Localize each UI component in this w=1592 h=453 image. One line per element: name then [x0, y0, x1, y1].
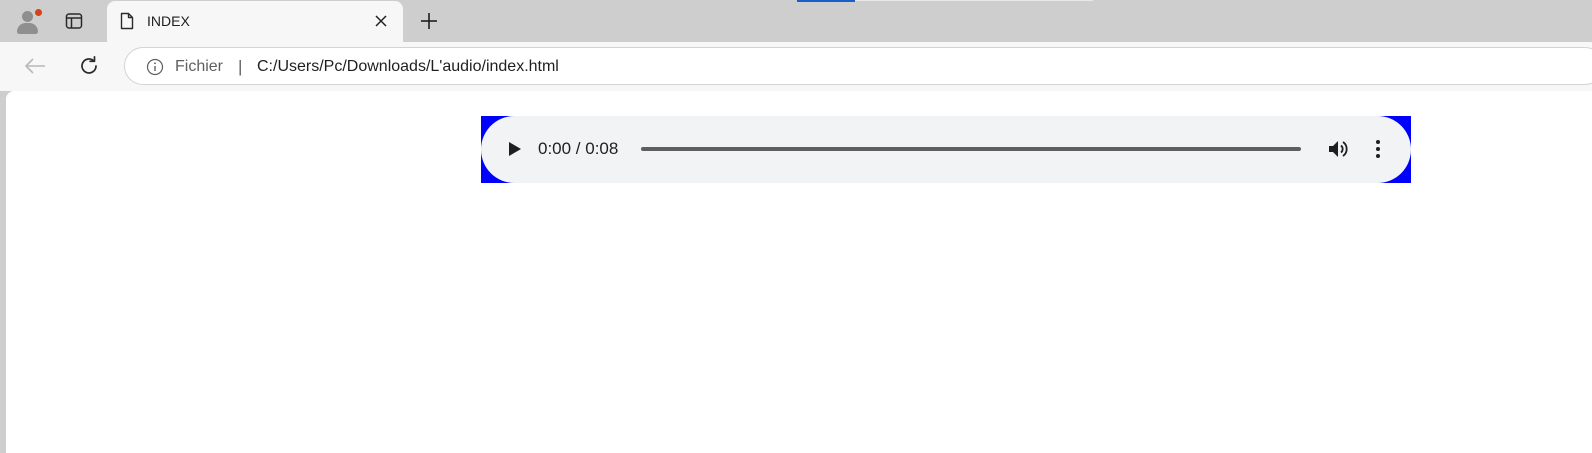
notification-dot [34, 8, 43, 17]
play-icon-svg [509, 142, 521, 156]
volume-icon[interactable] [1327, 138, 1351, 160]
seek-slider[interactable] [641, 147, 1301, 151]
tab-title: INDEX [147, 13, 190, 29]
page-icon-svg [120, 12, 134, 30]
tab-index[interactable]: INDEX [107, 1, 403, 42]
tab-actions-svg [65, 13, 83, 29]
url-text[interactable]: C:/Users/Pc/Downloads/L'audio/index.html [257, 58, 559, 76]
address-bar[interactable]: Fichier | C:/Users/Pc/Downloads/L'audio/… [124, 47, 1592, 85]
address-separator: | [238, 57, 243, 76]
tab-strip-accent-light [855, 0, 1093, 1]
more-options-icon[interactable] [1368, 138, 1388, 160]
time-display: 0:00 / 0:08 [538, 139, 619, 158]
profile-avatar-icon[interactable] [12, 6, 43, 36]
close-icon-svg [375, 15, 387, 27]
reload-button[interactable] [75, 52, 103, 80]
back-button[interactable] [21, 52, 49, 80]
browser-window: INDEX Fichier | C:/Users/Pc/Downloads/L'… [0, 0, 1592, 453]
tab-strip: INDEX [0, 0, 1592, 42]
more-options-icon-svg [1376, 140, 1380, 158]
play-icon[interactable] [505, 139, 525, 159]
back-arrow-icon [25, 58, 45, 74]
new-tab-button[interactable] [416, 8, 442, 34]
scheme-label: Fichier [175, 58, 224, 75]
info-icon-svg [146, 58, 164, 76]
plus-icon [421, 13, 437, 29]
page-icon [119, 12, 135, 30]
tab-strip-accent [797, 0, 855, 2]
toolbar: Fichier | C:/Users/Pc/Downloads/L'audio/… [0, 42, 1592, 91]
avatar-head [22, 11, 33, 22]
avatar-body [17, 23, 38, 34]
close-icon[interactable] [371, 11, 391, 31]
volume-icon-svg [1329, 141, 1348, 157]
audio-player: 0:00 / 0:08 [481, 116, 1411, 183]
tab-actions-icon[interactable] [60, 8, 88, 34]
page-viewport: 0:00 / 0:08 [6, 91, 1592, 453]
reload-icon [81, 55, 97, 74]
audio-container: 0:00 / 0:08 [481, 116, 1411, 183]
info-icon[interactable] [146, 58, 164, 76]
